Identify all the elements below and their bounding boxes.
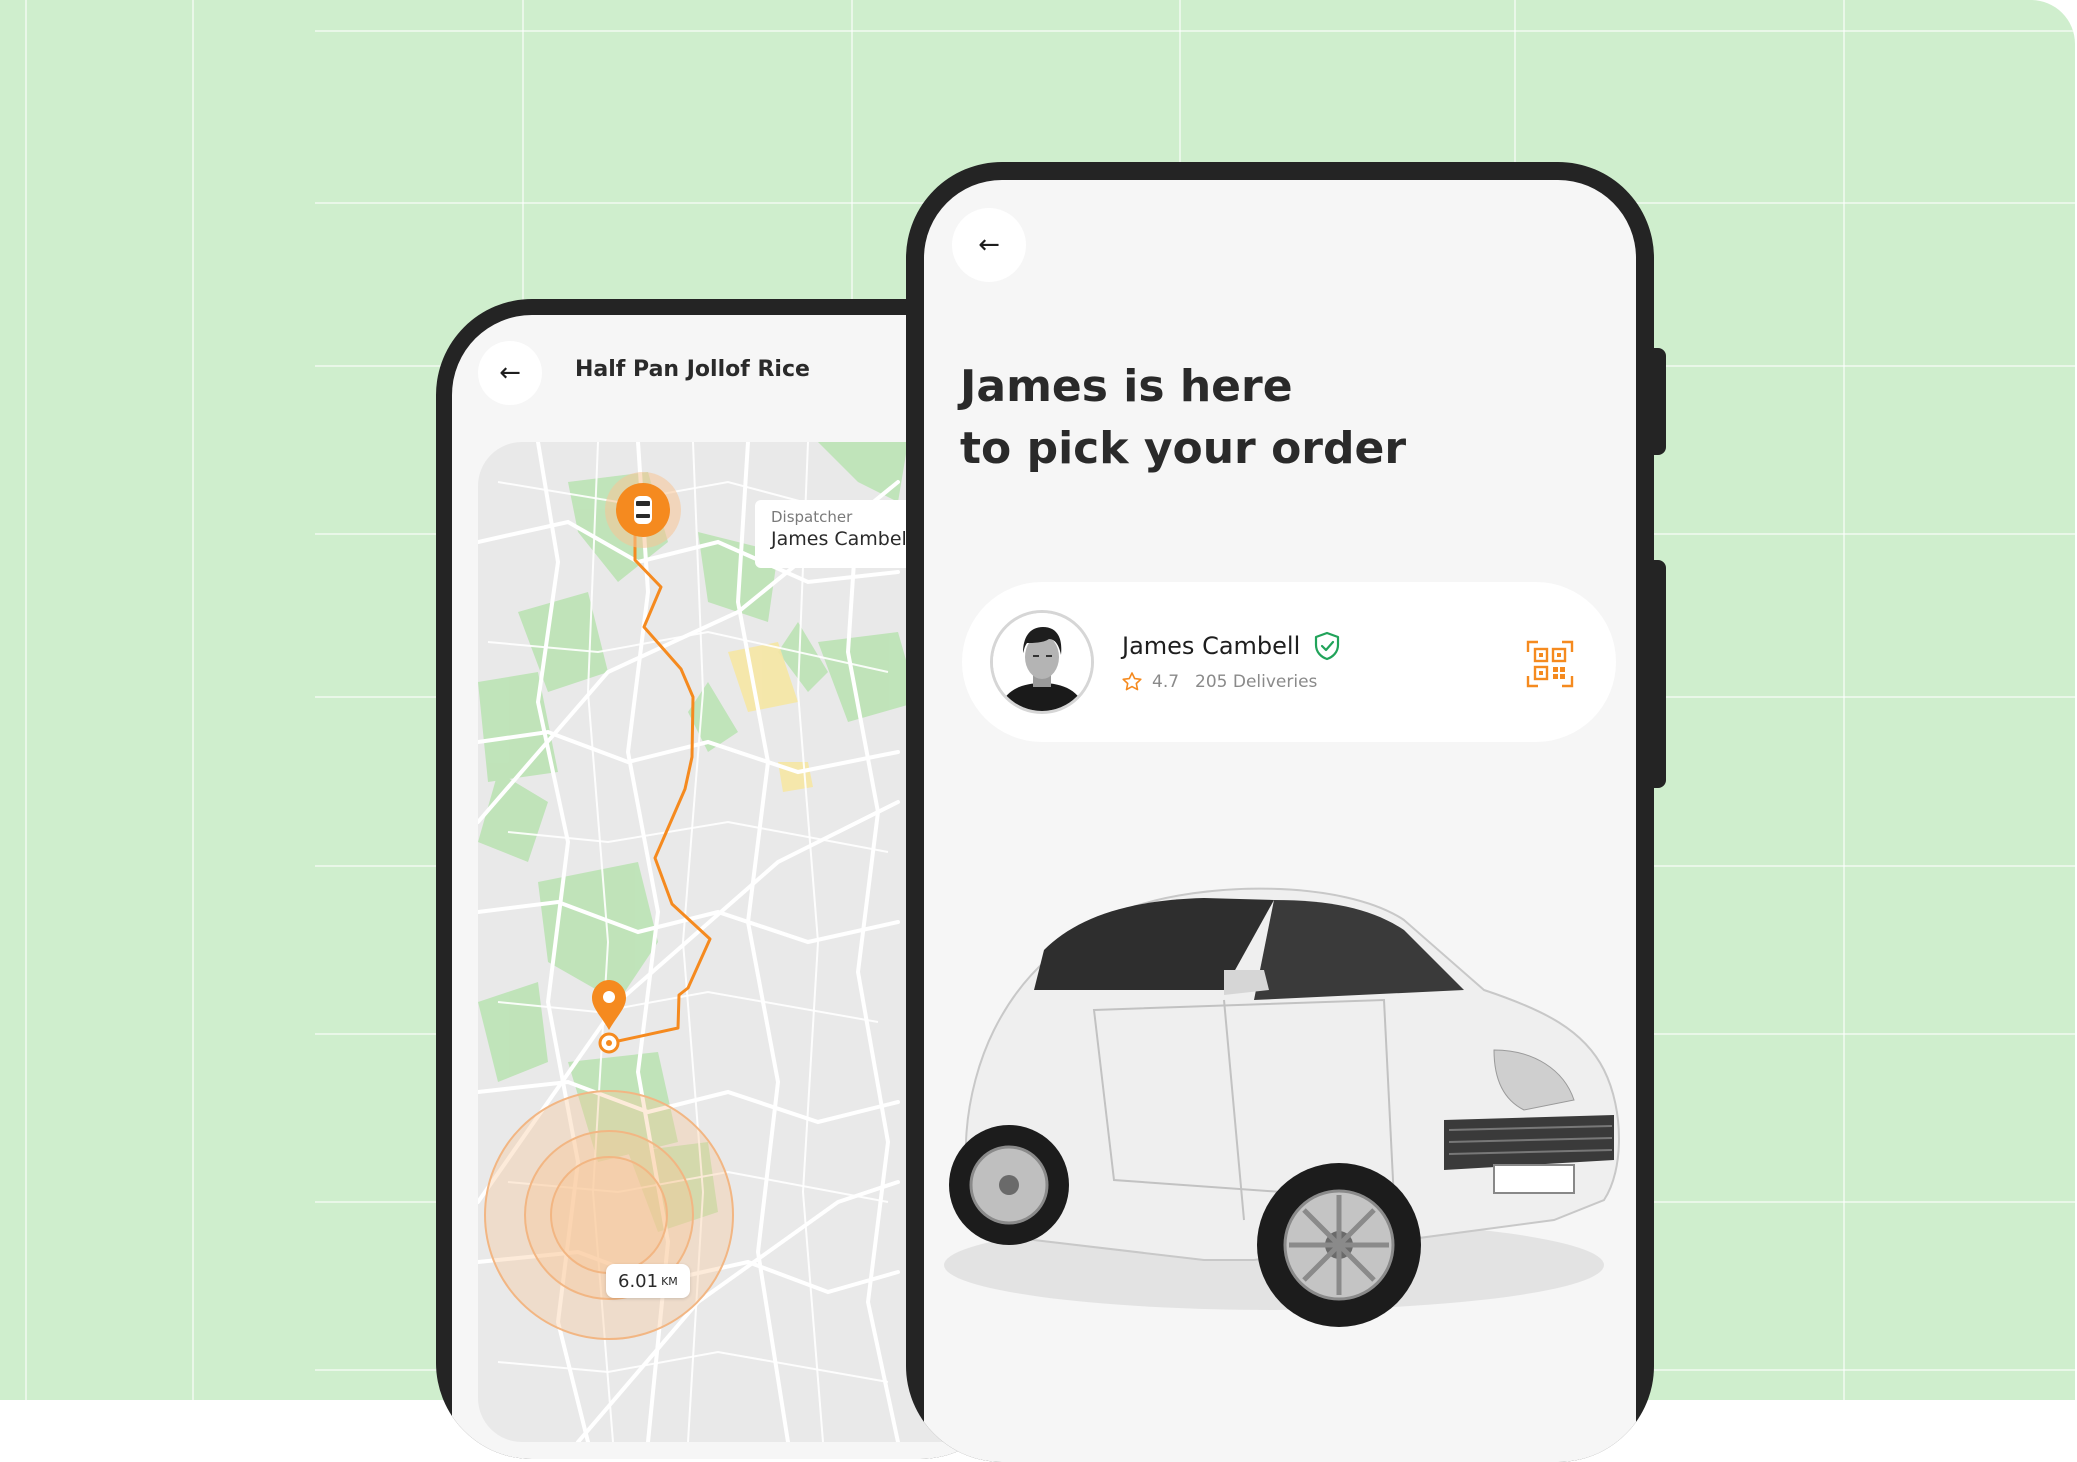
shield-check-icon xyxy=(1314,631,1340,661)
star-icon xyxy=(1122,672,1142,691)
driver-deliveries: 205 Deliveries xyxy=(1195,672,1318,692)
pickup-headline: James is here to pick your order xyxy=(960,356,1406,480)
dispatcher-name: James Cambell xyxy=(771,528,913,550)
arrow-left-icon: ← xyxy=(499,358,521,388)
distance-value: 6.01 xyxy=(618,1270,659,1292)
driver-avatar xyxy=(990,610,1094,714)
qr-code-icon[interactable] xyxy=(1526,640,1574,688)
back-button[interactable]: ← xyxy=(478,341,542,405)
driver-name: James Cambell xyxy=(1122,632,1301,660)
pickup-phone: ← James is here to pick your order James… xyxy=(906,162,1654,1462)
back-button[interactable]: ← xyxy=(952,208,1026,282)
distance-unit: KM xyxy=(661,1274,678,1288)
order-title: Half Pan Jollof Rice xyxy=(575,357,810,382)
arrow-left-icon: ← xyxy=(978,230,1000,260)
dispatcher-caption: Dispatcher xyxy=(771,508,853,526)
distance-badge: 6.01 KM xyxy=(606,1264,690,1298)
pickup-screen: ← James is here to pick your order James… xyxy=(924,180,1636,1462)
headline-line-2: to pick your order xyxy=(960,423,1407,474)
headline-line-1: James is here xyxy=(960,361,1293,412)
dispatcher-card[interactable]: Dispatcher James Cambell xyxy=(755,500,915,568)
driver-rating: 4.7 xyxy=(1152,672,1180,692)
phone-side-button-top xyxy=(1650,348,1666,455)
car-image xyxy=(944,887,1620,1327)
phone-side-button-bottom xyxy=(1650,560,1666,788)
driver-card[interactable]: James Cambell 4.7 205 Deliveries xyxy=(962,582,1616,742)
